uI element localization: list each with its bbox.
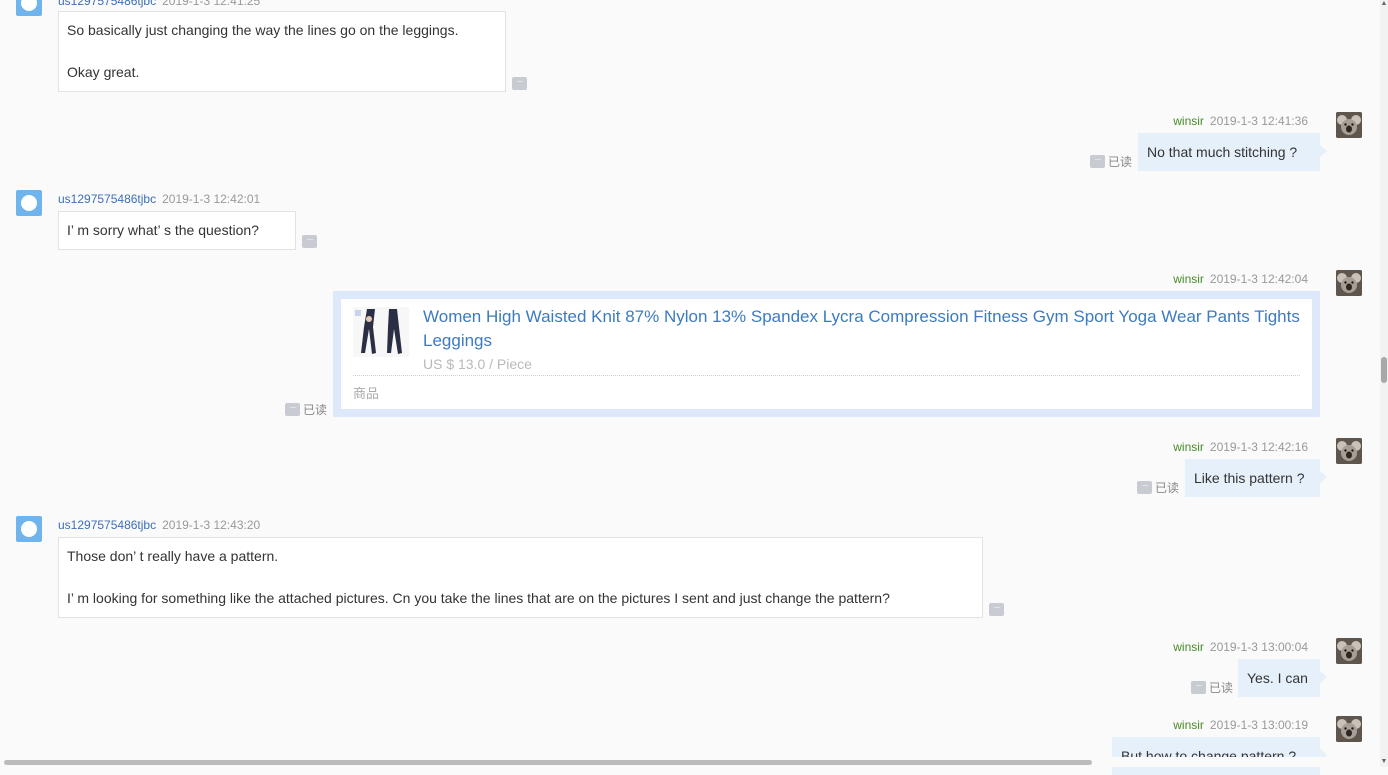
- message-line-break: [67, 41, 497, 62]
- sender-name[interactable]: winsir: [1173, 114, 1204, 128]
- vertical-scrollbar-thumb[interactable]: [1381, 357, 1387, 383]
- message-meta: winsir 2019-1-3 12:42:16: [1173, 440, 1308, 454]
- message-line-break: [67, 567, 974, 588]
- chat-message-list[interactable]: us1297575486tjbc 2019-1-3 12:41:25 So bas…: [0, 0, 1380, 775]
- read-status: 已读: [1209, 681, 1234, 695]
- incoming-message-bubble: So basically just changing the way the l…: [58, 11, 506, 92]
- message-time: 2019-1-3 13:00:19: [1209, 718, 1308, 732]
- koala-avatar: [1336, 438, 1362, 464]
- incoming-message-bubble: I’ m sorry what’ s the question?: [58, 211, 296, 250]
- outgoing-message-bubble: No that much stitching ?: [1138, 133, 1327, 171]
- customer-avatar: [16, 516, 42, 542]
- more-options-icon[interactable]: ···: [1191, 681, 1206, 694]
- outgoing-message-bubble: Like this pattern ?: [1185, 459, 1327, 497]
- read-status: 已读: [303, 403, 328, 417]
- koala-avatar: [1336, 112, 1362, 138]
- read-status: 已读: [1108, 155, 1133, 169]
- sender-name[interactable]: winsir: [1173, 272, 1204, 286]
- message-time: 2019-1-3 12:41:36: [1209, 114, 1308, 128]
- outgoing-message-bubble: But how to change pattern ?: [1112, 737, 1327, 775]
- more-options-icon[interactable]: ···: [989, 603, 1004, 616]
- koala-avatar: [1336, 716, 1362, 742]
- message-time: 2019-1-3 12:42:04: [1209, 272, 1308, 286]
- message-time: 2019-1-3 12:42:01: [162, 192, 261, 206]
- message-meta: winsir 2019-1-3 13:00:04: [1173, 640, 1308, 654]
- sender-name[interactable]: us1297575486tjbc: [58, 518, 156, 532]
- product-tag: 商品: [353, 386, 380, 401]
- message-time: 2019-1-3 12:42:16: [1209, 440, 1308, 454]
- horizontal-scrollbar[interactable]: [0, 757, 1380, 767]
- sender-name[interactable]: us1297575486tjbc: [58, 192, 156, 206]
- more-options-icon[interactable]: ···: [512, 77, 527, 90]
- message-meta: us1297575486tjbc 2019-1-3 12:43:20: [58, 518, 260, 532]
- message-time: 2019-1-3 12:43:20: [162, 518, 261, 532]
- more-options-icon[interactable]: ···: [1090, 155, 1105, 168]
- product-card[interactable]: Women High Waisted Knit 87% Nylon 13% Sp…: [333, 291, 1320, 417]
- message-time: 2019-1-3 12:41:25: [162, 0, 261, 8]
- sender-name[interactable]: us1297575486tjbc: [58, 0, 156, 8]
- product-price: US $ 13.0 / Piece: [423, 356, 532, 372]
- message-text: I’ m looking for something like the atta…: [67, 590, 890, 606]
- product-image[interactable]: [353, 307, 409, 357]
- product-title-link[interactable]: Women High Waisted Knit 87% Nylon 13% Sp…: [423, 305, 1313, 353]
- message-text: I’ m sorry what’ s the question?: [67, 222, 259, 238]
- read-status: 已读: [1155, 481, 1180, 495]
- customer-avatar: [16, 190, 42, 216]
- vertical-scrollbar[interactable]: ▲ ▼: [1380, 0, 1388, 767]
- koala-avatar: [1336, 270, 1362, 296]
- more-options-icon[interactable]: ···: [1137, 481, 1152, 494]
- message-meta: winsir 2019-1-3 12:42:04: [1173, 272, 1308, 286]
- sender-name[interactable]: winsir: [1173, 440, 1204, 454]
- koala-avatar: [1336, 638, 1362, 664]
- product-card-body: Women High Waisted Knit 87% Nylon 13% Sp…: [341, 299, 1312, 409]
- divider: [353, 375, 1300, 376]
- more-options-icon[interactable]: ···: [302, 235, 317, 248]
- message-time: 2019-1-3 13:00:04: [1209, 640, 1308, 654]
- message-meta: winsir 2019-1-3 13:00:19: [1173, 718, 1308, 732]
- scroll-down-arrow-icon[interactable]: ▼: [1380, 758, 1388, 765]
- sender-name[interactable]: winsir: [1173, 640, 1204, 654]
- customer-avatar: [16, 0, 42, 16]
- outgoing-message-bubble: Yes. I can: [1238, 659, 1327, 697]
- incoming-message-bubble: Those don’ t really have a pattern. I’ m…: [58, 537, 983, 618]
- message-text: So basically just changing the way the l…: [67, 22, 459, 38]
- message-text: Those don’ t really have a pattern.: [67, 548, 279, 564]
- scroll-up-arrow-icon[interactable]: ▲: [1380, 0, 1388, 7]
- message-meta: winsir 2019-1-3 12:41:36: [1173, 114, 1308, 128]
- more-options-icon[interactable]: ···: [285, 403, 300, 416]
- sender-name[interactable]: winsir: [1173, 718, 1204, 732]
- message-text: Okay great.: [67, 64, 140, 80]
- message-meta: us1297575486tjbc 2019-1-3 12:42:01: [58, 192, 260, 206]
- message-meta: us1297575486tjbc 2019-1-3 12:41:25: [58, 0, 260, 8]
- horizontal-scrollbar-thumb[interactable]: [4, 760, 1092, 765]
